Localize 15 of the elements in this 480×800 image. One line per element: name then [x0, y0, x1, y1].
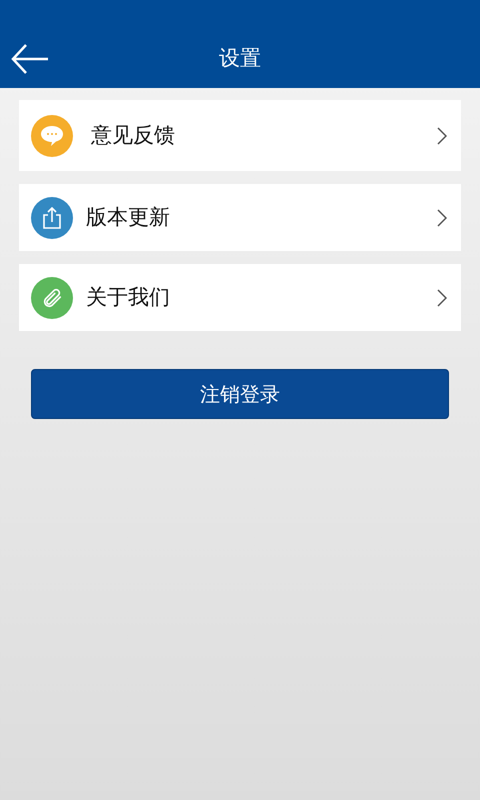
share-icon — [42, 206, 62, 228]
item-label: 版本更新 — [86, 204, 170, 231]
item-label: 意见反馈 — [91, 122, 175, 149]
chevron-right-icon — [437, 208, 447, 226]
settings-item[interactable]: 关于我们 — [19, 264, 461, 331]
chevron-right-icon — [437, 126, 447, 144]
chevron-right-icon — [437, 288, 447, 306]
settings-item[interactable]: 版本更新 — [19, 184, 461, 251]
paperclip-icon — [41, 286, 63, 308]
logout-button[interactable]: 注销登录 — [31, 369, 449, 419]
settings-item[interactable]: 意见反馈 — [19, 100, 461, 171]
speech-bubble-icon — [40, 124, 64, 146]
page-title: 设置 — [219, 44, 261, 72]
back-arrow-icon — [10, 43, 50, 75]
item-label: 关于我们 — [86, 284, 170, 311]
